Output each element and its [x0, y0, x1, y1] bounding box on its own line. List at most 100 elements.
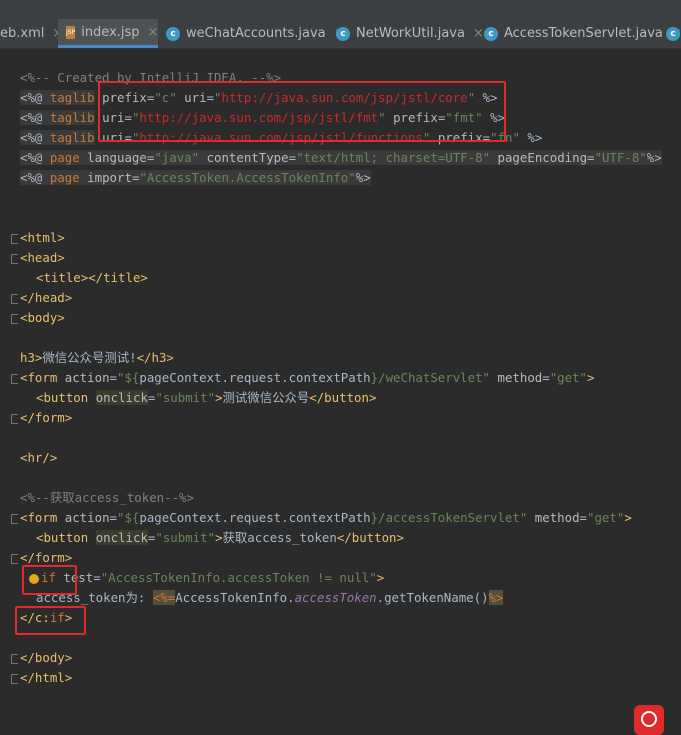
class-ref: AccessTokenInfo.	[175, 590, 295, 605]
attr-name: onclick	[95, 390, 148, 405]
code-line: <html>	[20, 228, 65, 248]
tab-web-xml[interactable]: eb.xml ×	[0, 19, 63, 48]
button-text: 获取access_token	[222, 530, 337, 545]
fold-marker-icon[interactable]	[11, 294, 18, 304]
el-expression: pageContext.request.contextPath	[139, 510, 371, 525]
keyword: taglib	[49, 110, 95, 125]
java-class-icon: c	[336, 26, 350, 41]
attr-value: }/weChatServlet"	[370, 370, 491, 385]
code-line: h3>微信公众号测试!</h3>	[20, 348, 174, 368]
directive-open: <%@	[20, 150, 50, 165]
html-tag: <form	[20, 510, 65, 525]
html-tag: </h3>	[136, 350, 174, 365]
html-tag: <head>	[20, 250, 65, 265]
directive-open: <%@	[20, 110, 50, 125]
annotation-box-taglib-uris	[98, 81, 506, 142]
java-class-icon: c	[166, 26, 180, 41]
code-line: </head>	[20, 288, 72, 308]
code-line: <title></title>	[36, 268, 148, 288]
close-icon[interactable]: ×	[148, 25, 159, 40]
tab-networkutil-java[interactable]: c NetWorkUtil.java ×	[336, 19, 484, 48]
equals: =	[93, 570, 101, 585]
java-class-icon: c	[484, 26, 498, 41]
search-button[interactable]	[634, 705, 664, 735]
directive-open: <%@	[20, 130, 50, 145]
fold-marker-icon[interactable]	[11, 674, 18, 684]
tag-end: >	[587, 370, 595, 385]
html-tag: h3>	[20, 350, 43, 365]
attr-name: pageEncoding	[497, 150, 588, 165]
attr-value: "submit"	[155, 530, 216, 545]
tab-accesstokenservlet-java[interactable]: c AccessTokenServlet.java ×	[484, 19, 681, 48]
tag-end: >	[624, 510, 632, 525]
attr-name: language	[87, 150, 147, 165]
html-tag: </body>	[20, 650, 73, 665]
attr-name: method	[497, 370, 543, 385]
html-tag: <button	[36, 390, 96, 405]
code-line: <form action="${pageContext.request.cont…	[20, 508, 632, 528]
equals: =	[288, 150, 297, 165]
jsp-file-icon: JSP	[66, 25, 76, 39]
equals: =	[109, 510, 117, 525]
tag-end: >	[215, 390, 223, 405]
attr-value: "UTF-8"	[594, 150, 647, 165]
keyword: page	[49, 170, 80, 185]
tab-wechataccounts-java[interactable]: c weChatAccounts.java ×	[166, 19, 345, 48]
attr-name: onclick	[95, 530, 148, 545]
code-line: </body>	[20, 648, 72, 668]
directive-open: <%@	[20, 90, 50, 105]
html-tag: <hr/>	[20, 450, 58, 465]
html-tag: </html>	[20, 670, 73, 685]
close-icon[interactable]: ×	[473, 26, 484, 41]
annotation-box-if-open	[22, 565, 77, 595]
search-icon	[641, 711, 657, 727]
fold-marker-icon[interactable]	[11, 654, 18, 664]
fold-marker-icon[interactable]	[11, 254, 18, 264]
fold-marker-icon[interactable]	[11, 374, 18, 384]
code-line: if test="AccessTokenInfo.accessToken != …	[41, 568, 384, 588]
equals: =	[587, 150, 595, 165]
equals: =	[542, 370, 550, 385]
keyword: taglib	[49, 90, 95, 105]
fold-marker-icon[interactable]	[11, 414, 18, 424]
scriptlet-close: %>	[488, 590, 504, 605]
directive-close: %>	[519, 130, 543, 145]
fold-marker-icon[interactable]	[11, 234, 18, 244]
tab-label: eb.xml	[0, 26, 45, 41]
attr-value: "AccessToken.AccessTokenInfo"	[139, 170, 356, 185]
attr-name: method	[534, 510, 580, 525]
code-line: <form action="${pageContext.request.cont…	[20, 368, 595, 388]
html-tag: <html>	[20, 230, 65, 245]
attr-name: action	[64, 510, 110, 525]
html-tag: <form	[20, 370, 65, 385]
tab-overflow[interactable]: c	[666, 19, 681, 48]
tag-end: >	[215, 530, 223, 545]
html-tag: </form>	[20, 410, 73, 425]
comment: <%--获取access_token--%>	[20, 490, 194, 505]
tab-index-jsp[interactable]: JSP index.jsp ×	[58, 19, 158, 48]
scriptlet-open: <%=	[152, 590, 176, 605]
tab-label: AccessTokenServlet.java	[504, 26, 663, 41]
code-line: <button onclick="submit">测试微信公众号</button…	[36, 388, 376, 408]
code-line: <body>	[20, 308, 65, 328]
attr-value: "get"	[587, 510, 625, 525]
attr-value: }/accessTokenServlet"	[370, 510, 528, 525]
fold-marker-icon[interactable]	[11, 514, 18, 524]
code-line: access_token为: <%=AccessTokenInfo.access…	[36, 588, 504, 608]
attr-value: "submit"	[155, 390, 216, 405]
equals: =	[109, 370, 117, 385]
code-line: </form>	[20, 408, 72, 428]
html-tag: </button>	[309, 390, 377, 405]
attr-value: "java"	[154, 150, 200, 165]
html-tag: </head>	[20, 290, 73, 305]
html-tag: </form>	[20, 550, 73, 565]
java-class-icon: c	[666, 26, 680, 41]
fold-marker-icon[interactable]	[11, 554, 18, 564]
attr-name: contentType	[206, 150, 289, 165]
static-field: accessToken	[294, 590, 377, 605]
html-tag: <body>	[20, 310, 65, 325]
code-line: <%@ page language="java" contentType="te…	[20, 150, 662, 165]
fold-marker-icon[interactable]	[11, 314, 18, 324]
editor-tab-bar: eb.xml × JSP index.jsp × c weChatAccount…	[0, 0, 681, 49]
attr-value: "text/html; charset=UTF-8"	[296, 150, 491, 165]
